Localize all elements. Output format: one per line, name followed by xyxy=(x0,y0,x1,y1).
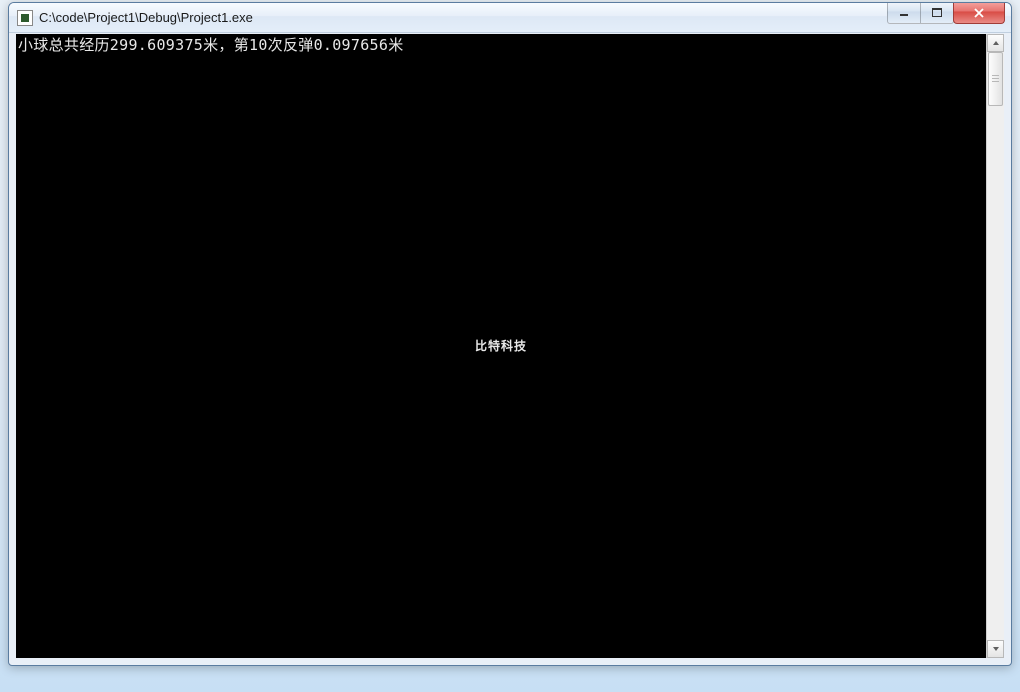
minimize-button[interactable] xyxy=(887,2,921,24)
window-controls xyxy=(888,2,1011,24)
console-output[interactable]: 小球总共经历299.609375米，第10次反弹0.097656米 比特科技 xyxy=(16,34,986,658)
app-icon xyxy=(17,10,33,26)
chevron-down-icon xyxy=(992,646,1000,652)
window-title: C:\code\Project1\Debug\Project1.exe xyxy=(39,10,253,25)
maximize-button[interactable] xyxy=(920,2,954,24)
scrollbar-track[interactable] xyxy=(987,52,1004,640)
close-button[interactable] xyxy=(953,2,1005,24)
scrollbar-thumb[interactable] xyxy=(988,52,1003,106)
titlebar[interactable]: C:\code\Project1\Debug\Project1.exe xyxy=(9,3,1011,33)
scroll-up-button[interactable] xyxy=(987,34,1004,52)
scroll-down-button[interactable] xyxy=(987,640,1004,658)
output-line: 小球总共经历299.609375米，第10次反弹0.097656米 xyxy=(18,36,986,54)
client-area: 小球总共经历299.609375米，第10次反弹0.097656米 比特科技 xyxy=(16,34,1004,658)
maximize-icon xyxy=(932,8,942,17)
minimize-icon xyxy=(899,9,909,17)
chevron-up-icon xyxy=(992,40,1000,46)
watermark-text: 比特科技 xyxy=(475,337,527,355)
console-window: C:\code\Project1\Debug\Project1.exe xyxy=(8,2,1012,666)
close-icon xyxy=(973,8,985,18)
vertical-scrollbar[interactable] xyxy=(986,34,1004,658)
